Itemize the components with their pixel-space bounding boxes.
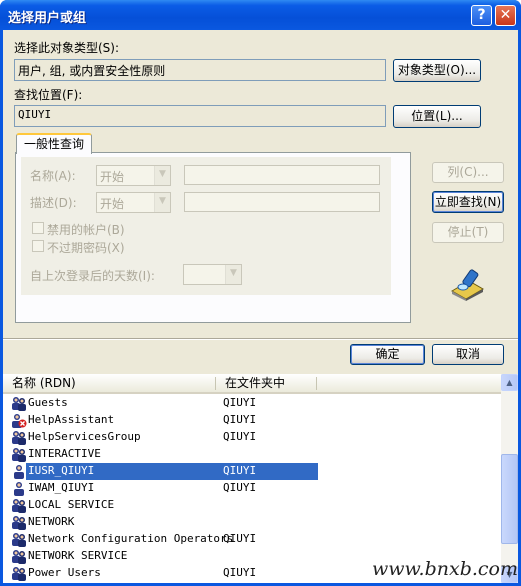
name-condition-value: 开始 — [100, 170, 125, 184]
name-input[interactable] — [184, 165, 380, 185]
days-since-logon-label: 自上次登录后的天数(I): — [30, 269, 155, 283]
object-type-field: 用户, 组, 或内置安全性原则 — [14, 59, 386, 81]
scroll-up-icon[interactable]: ▲ — [501, 374, 518, 391]
description-input[interactable] — [184, 192, 380, 212]
column-header-name[interactable]: 名称 (RDN) — [3, 374, 215, 392]
user-icon — [11, 464, 27, 479]
item-folder: QIUYI — [223, 430, 257, 443]
name-label: 名称(A): — [30, 169, 76, 183]
watermark-text: www.bnxb.com — [372, 558, 518, 580]
ok-button[interactable]: 确定 — [350, 344, 425, 365]
disabled-accounts-checkbox[interactable] — [32, 222, 44, 234]
item-name: Network Configuration Operators — [28, 532, 234, 545]
object-type-label: 选择此对象类型(S): — [14, 41, 120, 55]
chevron-down-icon: ▼ — [154, 193, 170, 212]
list-header: 名称 (RDN) 在文件夹中 — [3, 374, 501, 394]
group-icon — [11, 447, 27, 462]
search-flashlight-icon — [451, 269, 484, 301]
title-bar[interactable]: 选择用户或组 ? ✕ — [0, 0, 521, 30]
close-button[interactable]: ✕ — [495, 5, 516, 26]
stop-button[interactable]: 停止(T) — [432, 222, 504, 243]
item-folder: QIUYI — [223, 464, 257, 477]
item-name: Guests — [28, 396, 68, 409]
item-name: NETWORK SERVICE — [28, 549, 128, 562]
description-label: 描述(D): — [30, 196, 77, 210]
vertical-scrollbar[interactable]: ▲ ▼ — [501, 374, 518, 583]
item-name: HelpServicesGroup — [28, 430, 141, 443]
chevron-down-icon: ▼ — [225, 265, 241, 284]
item-folder: QIUYI — [223, 396, 257, 409]
user-icon — [11, 481, 27, 496]
find-now-button[interactable]: 立即查找(N) — [432, 191, 504, 213]
list-item[interactable]: Network Configuration Operators QIUYI — [3, 531, 501, 548]
query-group: 名称(A): 开始 ▼ 描述(D): 开始 ▼ 禁用的帐户(B) 不过期密码(X… — [21, 157, 391, 295]
window-title: 选择用户或组 — [8, 11, 87, 26]
item-name: Power Users — [28, 566, 101, 579]
columns-button[interactable]: 列(C)... — [432, 162, 504, 183]
non-expiring-checkbox[interactable] — [32, 240, 44, 252]
separator — [3, 338, 518, 340]
item-name: HelpAssistant — [28, 413, 115, 426]
item-name: LOCAL SERVICE — [28, 498, 115, 511]
group-icon — [11, 396, 27, 411]
group-icon — [11, 549, 27, 564]
group-icon — [11, 532, 27, 547]
column-header-folder[interactable]: 在文件夹中 — [216, 374, 316, 392]
item-name: IUSR_QIUYI — [28, 464, 95, 477]
column-divider[interactable] — [316, 377, 317, 390]
location-label: 查找位置(F): — [14, 88, 83, 102]
group-icon — [11, 566, 27, 581]
description-condition-combo[interactable]: 开始 ▼ — [96, 192, 171, 213]
list-item[interactable]: LOCAL SERVICE — [3, 497, 501, 514]
item-folder: QIUYI — [223, 532, 257, 545]
name-condition-combo[interactable]: 开始 ▼ — [96, 165, 171, 186]
list-item[interactable]: HelpAssistant QIUYI — [3, 412, 501, 429]
item-name: INTERACTIVE — [28, 447, 101, 460]
chevron-down-icon: ▼ — [154, 166, 170, 185]
list-item[interactable]: IWAM_QIUYI QIUYI — [3, 480, 501, 497]
list-item[interactable]: IUSR_QIUYI QIUYI — [3, 463, 501, 480]
list-item[interactable]: INTERACTIVE — [3, 446, 501, 463]
group-icon — [11, 430, 27, 445]
help-button[interactable]: ? — [471, 5, 492, 26]
dialog-window: 选择用户或组 ? ✕ 选择此对象类型(S): 用户, 组, 或内置安全性原则 对… — [0, 0, 521, 586]
description-condition-value: 开始 — [100, 197, 125, 211]
item-folder: QIUYI — [223, 481, 257, 494]
cancel-button[interactable]: 取消 — [432, 344, 504, 365]
list-item[interactable]: Guests QIUYI — [3, 395, 501, 412]
item-name: IWAM_QIUYI — [28, 481, 95, 494]
list-item[interactable]: NETWORK — [3, 514, 501, 531]
disabled-accounts-label: 禁用的帐户(B) — [47, 223, 125, 237]
list-item[interactable]: HelpServicesGroup QIUYI — [3, 429, 501, 446]
tab-general-query[interactable]: 一般性查询 — [16, 133, 92, 154]
non-expiring-label: 不过期密码(X) — [47, 241, 125, 255]
disabled-user-icon — [11, 413, 27, 428]
scroll-thumb[interactable] — [501, 454, 518, 544]
dialog-client: 选择此对象类型(S): 用户, 组, 或内置安全性原则 对象类型(O)... 查… — [3, 30, 518, 583]
object-types-button[interactable]: 对象类型(O)... — [393, 59, 481, 82]
item-name: NETWORK — [28, 515, 75, 528]
group-icon — [11, 515, 27, 530]
group-icon — [11, 498, 27, 513]
item-folder: QIUYI — [223, 413, 257, 426]
locations-button[interactable]: 位置(L)... — [393, 105, 481, 128]
item-folder: QIUYI — [223, 566, 257, 579]
search-results-list[interactable]: 名称 (RDN) 在文件夹中 Guests QIUYI HelpAssistant Q… — [3, 374, 518, 583]
location-field: QIUYI — [14, 105, 386, 127]
days-since-logon-combo[interactable]: ▼ — [183, 264, 242, 285]
